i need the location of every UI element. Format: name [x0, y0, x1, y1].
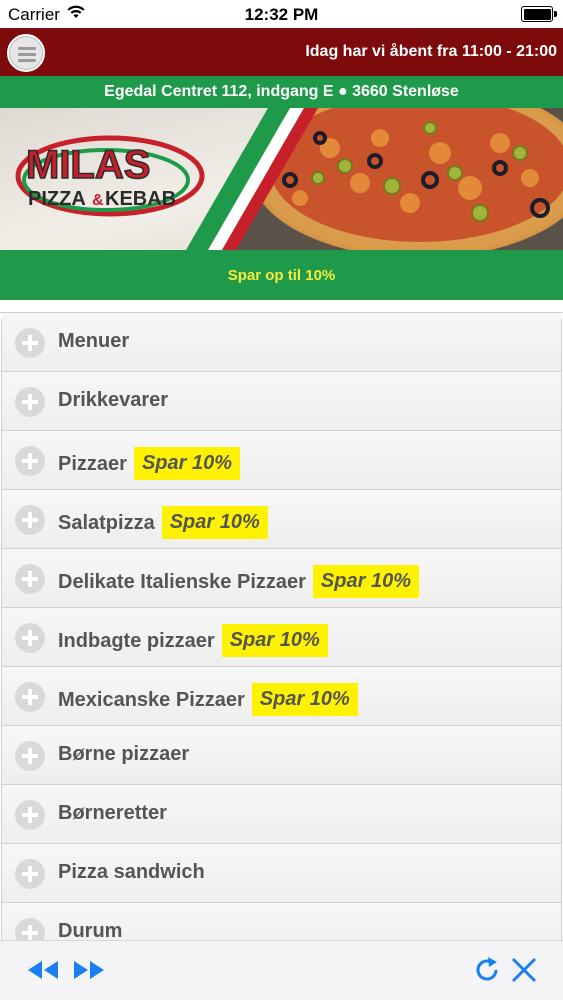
- category-row-durum[interactable]: Durum: [2, 903, 561, 940]
- rewind-icon[interactable]: [26, 957, 60, 988]
- category-row-drikkevarer[interactable]: Drikkevarer: [2, 372, 561, 431]
- expand-plus-icon[interactable]: [15, 918, 45, 940]
- category-label: Salatpizza Spar 10%: [58, 506, 268, 540]
- discount-badge: Spar 10%: [221, 624, 328, 657]
- hamburger-icon[interactable]: [7, 34, 45, 72]
- category-label: Mexicanske Pizzaer Spar 10%: [58, 683, 358, 717]
- category-label: Børneretter: [58, 802, 167, 824]
- reload-icon[interactable]: [472, 955, 502, 990]
- logo-pizza: PIZZA: [28, 188, 86, 210]
- category-label: Pizzaer Spar 10%: [58, 447, 240, 481]
- category-label: Durum: [58, 920, 123, 940]
- category-row-menuer[interactable]: Menuer: [2, 313, 561, 372]
- category-list: Menuer Drikkevarer Pizzaer Spar 10% Salat…: [0, 312, 563, 940]
- category-row-borne-pizzaer[interactable]: Børne pizzaer: [2, 726, 561, 785]
- expand-plus-icon[interactable]: [15, 741, 45, 771]
- expand-plus-icon[interactable]: [15, 446, 45, 476]
- category-row-mexicanske-pizzaer[interactable]: Mexicanske Pizzaer Spar 10%: [2, 667, 561, 726]
- logo-kebab: KEBAB: [105, 188, 176, 210]
- header-bar: Idag har vi åbent fra 11:00 - 21:00: [0, 28, 563, 76]
- status-bar: Carrier 12:32 PM: [0, 0, 563, 28]
- category-row-pizza-sandwich[interactable]: Pizza sandwich: [2, 844, 561, 903]
- category-row-delikate-italienske-pizzaer[interactable]: Delikate Italienske Pizzaer Spar 10%: [2, 549, 561, 608]
- expand-plus-icon[interactable]: [15, 505, 45, 535]
- expand-plus-icon[interactable]: [15, 623, 45, 653]
- expand-plus-icon[interactable]: [15, 859, 45, 889]
- logo-amp: &: [92, 192, 104, 209]
- category-label: Børne pizzaer: [58, 743, 190, 765]
- category-row-pizzaer[interactable]: Pizzaer Spar 10%: [2, 431, 561, 490]
- expand-plus-icon[interactable]: [15, 564, 45, 594]
- battery-tip: [554, 11, 557, 17]
- category-label: Drikkevarer: [58, 389, 169, 411]
- category-row-salatpizza[interactable]: Salatpizza Spar 10%: [2, 490, 561, 549]
- discount-badge: Spar 10%: [251, 683, 358, 716]
- opening-hours: Idag har vi åbent fra 11:00 - 21:00: [305, 43, 557, 60]
- expand-plus-icon[interactable]: [15, 328, 45, 358]
- category-row-indbagte-pizzaer[interactable]: Indbagte pizzaer Spar 10%: [2, 608, 561, 667]
- category-label: Pizza sandwich: [58, 861, 205, 883]
- fast-forward-icon[interactable]: [72, 957, 106, 988]
- restaurant-banner: MILAS PIZZA & KEBAB: [0, 108, 563, 250]
- discount-banner: Spar op til 10%: [0, 250, 563, 300]
- category-label: Delikate Italienske Pizzaer Spar 10%: [58, 565, 419, 599]
- discount-badge: Spar 10%: [133, 447, 240, 480]
- category-label: Indbagte pizzaer Spar 10%: [58, 624, 328, 658]
- address-bar: Egedal Centret 112, indgang E ● 3660 Ste…: [0, 76, 563, 108]
- expand-plus-icon[interactable]: [15, 387, 45, 417]
- battery-icon: [521, 6, 553, 22]
- category-label: Menuer: [58, 330, 130, 352]
- discount-badge: Spar 10%: [312, 565, 419, 598]
- close-icon[interactable]: [510, 956, 538, 989]
- browser-toolbar: [0, 940, 563, 1000]
- clock: 12:32 PM: [244, 5, 319, 24]
- logo-milas: MILAS: [26, 143, 150, 187]
- expand-plus-icon[interactable]: [15, 800, 45, 830]
- expand-plus-icon[interactable]: [15, 682, 45, 712]
- category-row-borneretter[interactable]: Børneretter: [2, 785, 561, 844]
- discount-badge: Spar 10%: [161, 506, 268, 539]
